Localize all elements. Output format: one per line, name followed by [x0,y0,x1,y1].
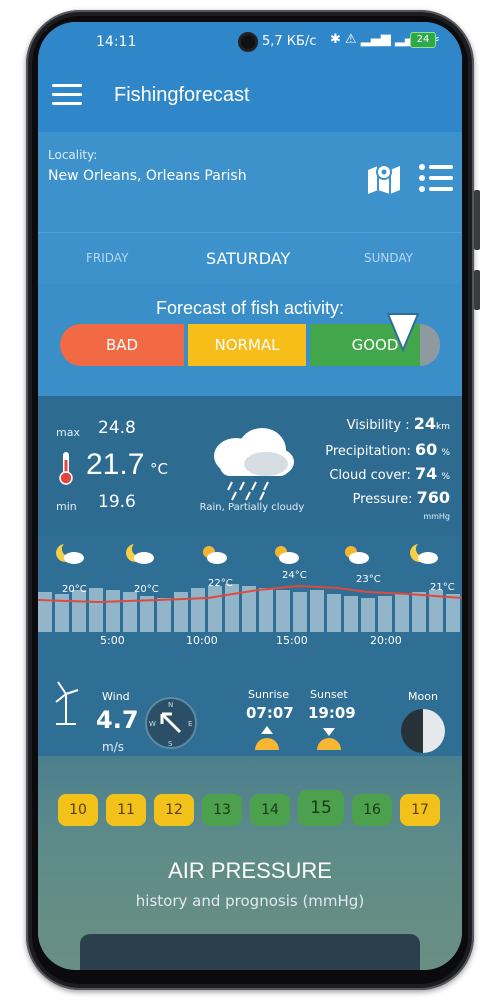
moon-cloud-icon [126,544,154,564]
svg-text:N: N [168,701,173,709]
menu-icon[interactable] [52,84,82,106]
weather-condition: Rain, Partially cloudy [199,502,305,513]
day-chip[interactable]: 15 [298,790,344,826]
day-chip[interactable]: 17 [400,794,440,826]
precipitation-row: Precipitation: 60 % [325,440,450,459]
bottom-section: 10 11 12 13 14 15 16 17 AIR PRESSURE history an… [38,756,462,970]
weather-summary: max 24.8 21.7 °C min 19.6 Rain, Partiall… [38,396,462,536]
svg-text:S: S [168,740,173,748]
min-label: min [56,500,77,513]
air-pressure-title: AIR PRESSURE [168,858,332,883]
activity-good: GOOD [310,324,440,366]
min-temp: 19.6 [98,492,136,512]
temp-label: 22°C [208,578,233,589]
time-label: 5:00 [100,634,125,647]
moon-cloud-icon [410,544,438,564]
volume-button [474,190,480,250]
screen: 14:11 5,7 КБ/с ✱ ⚠ ▂▄▆ ▂▄▆ ≈ 24 Fishingf… [38,22,462,970]
activity-scale: BAD NORMAL GOOD [60,324,440,366]
wind-label: Wind [102,690,130,703]
network-speed: 5,7 КБ/с [262,34,317,49]
max-label: max [56,426,80,439]
locality-value[interactable]: New Orleans, Orleans Parish [48,168,247,184]
list-icon[interactable] [418,162,454,194]
thermometer-icon [59,452,73,485]
wind-turbine-icon [55,681,79,725]
tab-friday[interactable]: FRIDAY [86,251,128,265]
status-time: 14:11 [96,34,137,50]
pressure-row: Pressure: 760 [352,488,450,507]
svg-text:E: E [188,720,192,728]
wind-sun-moon-row: Wind 4.7 m/s N W E S Sunrise 07:07 Sunse… [38,658,462,758]
time-label: 20:00 [370,634,402,647]
app-title: Fishingforecast [114,84,250,106]
sun-cloud-icon [345,546,369,564]
tab-saturday[interactable]: SATURDAY [206,249,290,268]
day-chip[interactable]: 13 [202,794,242,826]
day-tabs: FRIDAY SATURDAY SUNDAY [38,232,462,284]
temp-label: 20°C [134,584,159,595]
max-temp: 24.8 [98,418,136,438]
rain-cloud-icon [214,428,294,501]
sunset-label: Sunset [310,688,348,701]
wind-unit: m/s [102,740,124,754]
temp-label: 20°C [62,584,87,595]
svg-text:W: W [149,720,156,728]
activity-normal: NORMAL [188,324,306,366]
locality-section: Locality: New Orleans, Orleans Parish [38,132,462,232]
temp-unit: °C [150,460,168,478]
sunset-time: 19:09 [308,704,356,722]
hourly-icons [38,536,462,576]
time-label: 10:00 [186,634,218,647]
day-chip[interactable]: 14 [250,794,290,826]
app-bar: Fishingforecast [38,62,462,132]
temp-label: 24°C [282,570,307,581]
temp-label: 21°C [430,582,455,593]
chart-card [80,934,420,970]
air-pressure-subtitle: history and prognosis (mmHg) [135,892,365,910]
cloud-cover-row: Cloud cover: 74 % [329,464,450,483]
power-button [474,270,480,310]
sunrise-icon [255,726,279,750]
current-temp: 21.7 [86,448,145,481]
time-label: 15:00 [276,634,308,647]
moon-phase-icon [401,709,445,753]
map-icon[interactable] [364,158,404,198]
day-selector: 10 11 12 13 14 15 16 17 [58,790,442,830]
activity-bad: BAD [60,324,184,366]
temp-label: 23°C [356,574,381,585]
moon-cloud-icon [56,544,84,564]
temperature-line [38,584,462,604]
battery-icon: 24 [410,32,436,48]
sunset-icon [317,728,341,750]
day-chip[interactable]: 10 [58,794,98,826]
compass-icon: N W E S [145,697,197,749]
sun-cloud-icon [203,546,227,564]
status-bar: 14:11 5,7 КБ/с ✱ ⚠ ▂▄▆ ▂▄▆ ≈ 24 [38,22,462,62]
day-chip[interactable]: 11 [106,794,146,826]
sunrise-label: Sunrise [248,688,290,701]
sun-cloud-icon [275,546,299,564]
day-chip[interactable]: 16 [352,794,392,826]
moon-label: Moon [408,690,438,703]
tab-sunday[interactable]: SUNDAY [364,251,413,265]
locality-label: Locality: [48,148,98,162]
day-chip[interactable]: 12 [154,794,194,826]
sunrise-time: 07:07 [246,704,294,722]
wind-speed: 4.7 [96,706,139,734]
visibility-row: Visibility : 24km [346,414,450,433]
pressure-unit: mmHg [423,512,450,521]
camera-cutout [238,32,258,52]
